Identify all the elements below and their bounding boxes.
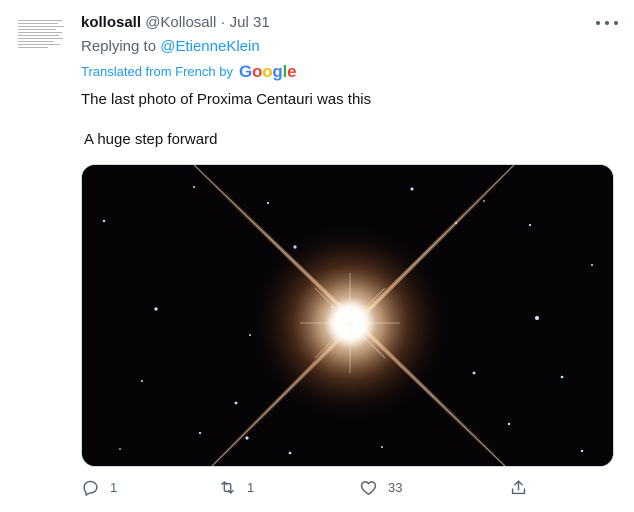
tweet-text-line-2: A huge step forward bbox=[84, 131, 218, 148]
star-photo bbox=[82, 165, 613, 466]
avatar[interactable] bbox=[14, 14, 70, 62]
reply-to-link[interactable]: @EtienneKlein bbox=[160, 38, 259, 55]
tweet-text-line-1: The last photo of Proxima Centauri was t… bbox=[81, 91, 372, 108]
share-icon bbox=[511, 480, 526, 495]
author-handle[interactable]: @Kollosall bbox=[145, 14, 216, 31]
translated-label: Translated from French by bbox=[81, 64, 233, 79]
retweet-icon bbox=[221, 481, 234, 494]
replying-to-label: Replying to bbox=[81, 38, 157, 55]
retweet-count: 1 bbox=[247, 480, 255, 495]
translation-notice[interactable]: Translated from French by Google bbox=[81, 62, 297, 82]
tweet-actions: 1 1 33 bbox=[81, 478, 541, 504]
separator-dot: · bbox=[220, 14, 226, 31]
more-horizontal-icon[interactable] bbox=[596, 16, 618, 30]
tweet-header: kollosall @Kollosall · Jul 31 bbox=[81, 13, 270, 33]
replying-to: Replying to @EtienneKlein bbox=[81, 37, 260, 57]
tweet-image[interactable] bbox=[81, 164, 614, 467]
tweet[interactable]: kollosall @Kollosall · Jul 31 Replying t… bbox=[0, 0, 634, 512]
tweet-date[interactable]: Jul 31 bbox=[230, 14, 270, 31]
reply-icon bbox=[83, 480, 98, 496]
reply-count: 1 bbox=[110, 480, 118, 495]
heart-icon bbox=[360, 481, 377, 495]
like-button[interactable]: 33 bbox=[359, 478, 402, 497]
like-count: 33 bbox=[388, 480, 403, 495]
author-name[interactable]: kollosall bbox=[81, 14, 141, 31]
share-button[interactable] bbox=[509, 478, 528, 497]
retweet-button[interactable]: 1 bbox=[218, 478, 254, 497]
reply-button[interactable]: 1 bbox=[81, 478, 117, 497]
google-logo: Google bbox=[238, 62, 297, 81]
